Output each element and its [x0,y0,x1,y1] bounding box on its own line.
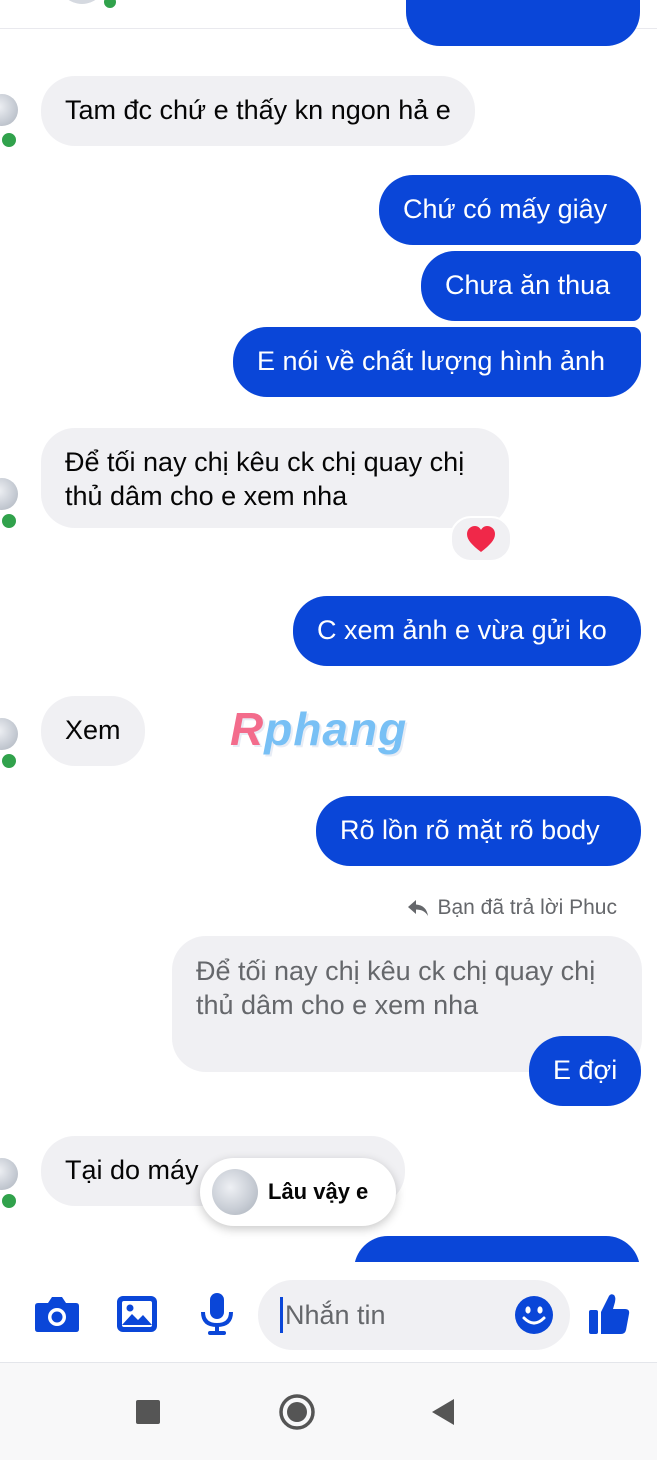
image-icon [117,1296,157,1332]
new-message-preview[interactable]: Lâu vậy e [200,1158,396,1226]
outgoing-message[interactable]: E đợi [529,1036,641,1106]
online-indicator [0,752,18,770]
reply-note-text: Bạn đã trả lời Phuc [437,896,617,919]
reply-indicator: Bạn đã trả lời Phuc [407,896,617,920]
gallery-button[interactable] [113,1290,161,1338]
like-icon [589,1294,630,1334]
outgoing-message[interactable]: C xem ảnh e vừa gửi ko [293,596,641,666]
online-indicator [0,512,18,530]
message-line: Để tối nay chị kêu ck chị quay chị [65,447,465,477]
outgoing-message[interactable]: Chưa ăn thua [421,251,641,321]
sender-avatar[interactable] [0,1158,18,1190]
preview-avatar [212,1169,258,1215]
home-circle-icon[interactable] [278,1393,316,1431]
sender-avatar[interactable] [0,718,18,750]
preview-text: Lâu vậy e [268,1179,369,1204]
chat-thread: Tam đc chứ e thấy kn ngon hả e Chứ có mấ… [0,0,657,1262]
camera-icon [35,1297,79,1332]
reaction-badge[interactable] [450,516,512,562]
outgoing-message[interactable]: Rõ lồn rõ mặt rõ body [316,796,641,866]
message-line: thủ dâm cho e xem nha [65,481,348,511]
camera-button[interactable] [33,1290,81,1338]
message-composer: Nhắn tin [0,1262,657,1363]
back-triangle-icon[interactable] [430,1397,456,1427]
outgoing-message[interactable]: E nói về chất lượng hình ảnh [233,327,641,397]
sender-avatar[interactable] [0,478,18,510]
online-indicator [102,0,118,10]
quote-line: thủ dâm cho e xem nha [196,990,479,1020]
message-input-placeholder: Nhắn tin [285,1299,386,1330]
online-indicator [0,131,18,149]
like-button[interactable] [585,1290,633,1338]
microphone-icon [201,1293,233,1335]
heart-icon [467,526,495,552]
header-avatar[interactable] [58,0,106,4]
system-navigation-bar [0,1363,657,1460]
voice-button[interactable] [193,1290,241,1338]
sender-avatar[interactable] [0,94,18,126]
incoming-message[interactable]: Tam đc chứ e thấy kn ngon hả e [41,76,475,146]
quote-line: Để tối nay chị kêu ck chị quay chị [196,956,596,986]
recents-square-icon[interactable] [135,1399,161,1425]
text-caret [280,1297,283,1333]
outgoing-message[interactable]: Chứ có mấy giây [379,175,641,245]
incoming-message[interactable]: Để tối nay chị kêu ck chị quay chị thủ d… [41,428,509,528]
outgoing-message-partial[interactable] [406,0,640,46]
message-input[interactable]: Nhắn tin [258,1280,570,1350]
watermark-logo: Rphang [230,703,408,755]
emoji-icon[interactable] [514,1295,554,1335]
reply-arrow-icon [408,900,429,916]
outgoing-message-partial[interactable] [354,1236,640,1262]
online-indicator [0,1192,18,1210]
incoming-message[interactable]: Xem [41,696,145,766]
